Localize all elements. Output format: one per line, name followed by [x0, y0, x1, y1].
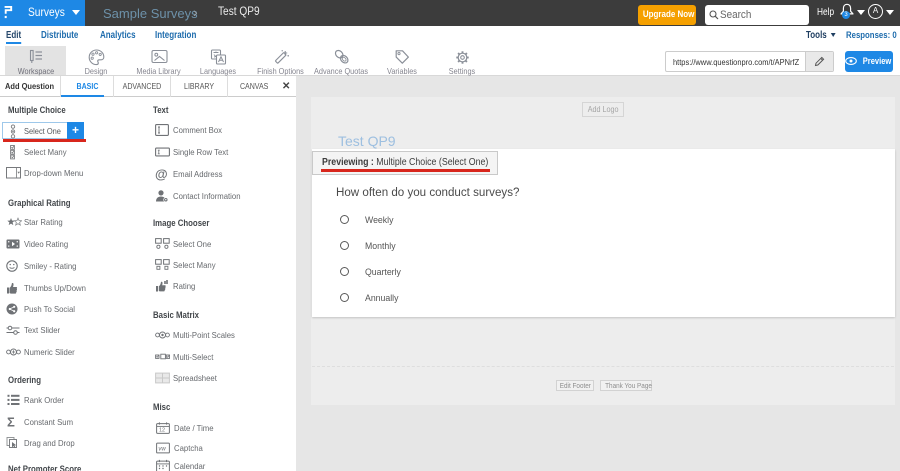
- svg-text:12: 12: [159, 428, 165, 434]
- svg-text:vw: vw: [158, 447, 166, 453]
